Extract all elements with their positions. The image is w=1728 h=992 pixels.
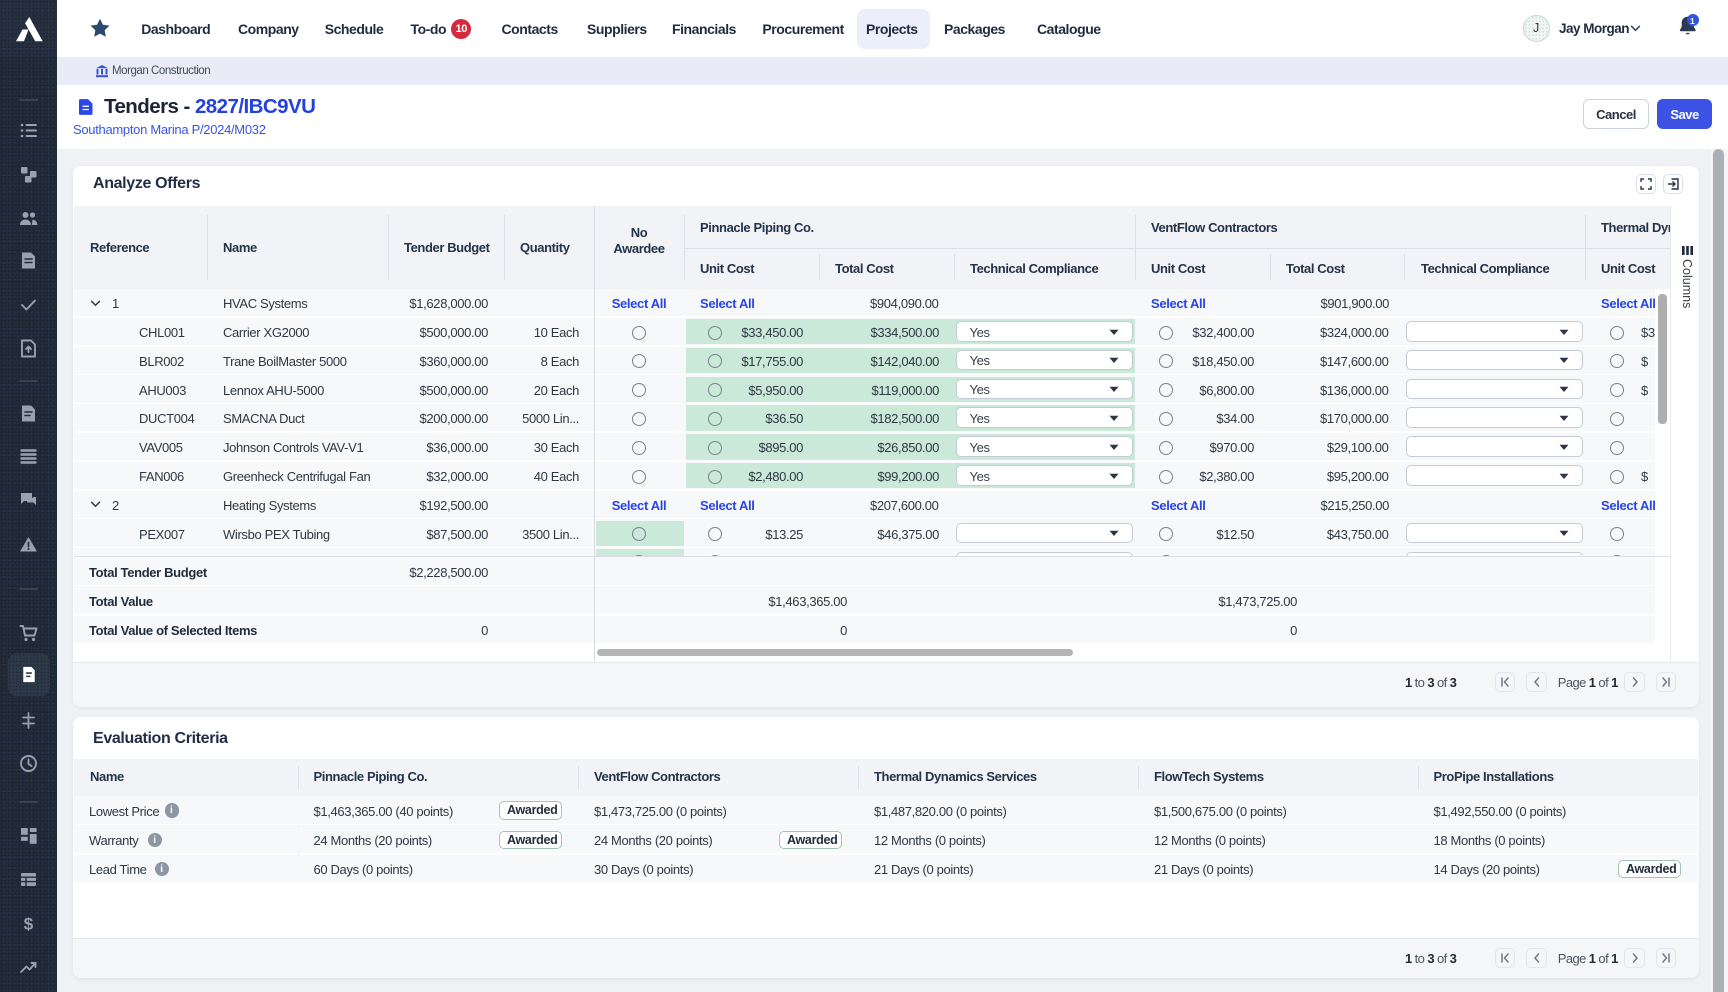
svg-text:$: $: [24, 915, 34, 934]
